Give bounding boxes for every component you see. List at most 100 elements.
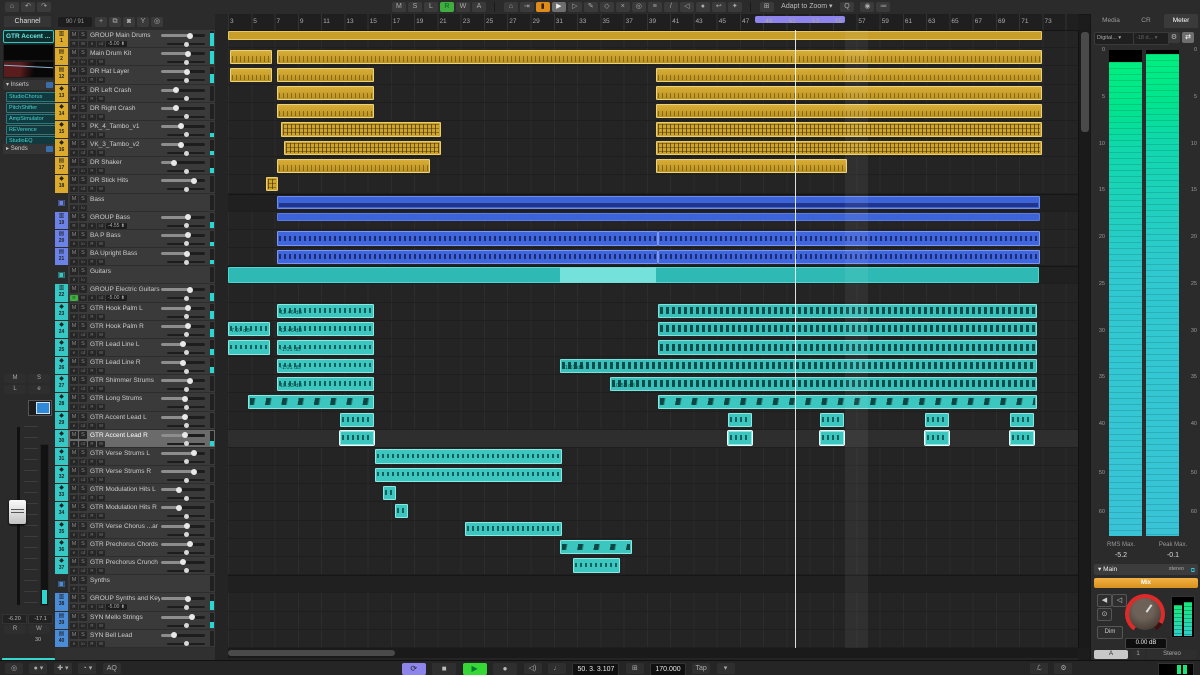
track-name[interactable]: GTR Prechorus Chords bbox=[90, 540, 158, 549]
track-read-badge[interactable]: R bbox=[88, 550, 96, 556]
track-volume-slider[interactable] bbox=[161, 125, 205, 128]
insert-slot-1[interactable]: StudioChorus bbox=[6, 92, 57, 102]
track-mute-button[interactable]: M bbox=[70, 267, 78, 275]
track-color-tab[interactable]: ◆34 bbox=[55, 502, 68, 519]
track-pan-slider[interactable] bbox=[167, 261, 205, 263]
track-lane[interactable] bbox=[228, 212, 1078, 230]
track-lane[interactable] bbox=[228, 430, 1078, 448]
snap-icon[interactable]: ▮ bbox=[536, 2, 550, 12]
track-volume-slider[interactable] bbox=[161, 434, 205, 437]
audio-event[interactable] bbox=[375, 468, 562, 482]
track-solo-button[interactable]: S bbox=[79, 358, 87, 366]
track-control-badge[interactable]: cd bbox=[79, 386, 87, 392]
automation-w-button[interactable]: W bbox=[456, 2, 470, 12]
track-volume-slider[interactable] bbox=[161, 543, 205, 546]
control-room-main-header[interactable]: ▾ Main stereo ⧉ bbox=[1094, 564, 1198, 575]
track-control-badge[interactable]: cd bbox=[79, 186, 87, 192]
track-mute-button[interactable]: M bbox=[70, 140, 78, 148]
snap-type-icon[interactable]: ↩ bbox=[712, 2, 726, 12]
track-lane[interactable] bbox=[228, 175, 1078, 193]
meter-scale-select[interactable]: -18 d... ▾ bbox=[1133, 32, 1169, 45]
track-solo-button[interactable]: S bbox=[79, 249, 87, 257]
track-edit-badge[interactable]: e bbox=[70, 259, 78, 265]
track-pan-slider[interactable] bbox=[167, 152, 205, 154]
latency-icon[interactable]: ℒ bbox=[1030, 663, 1048, 674]
automation-a-button[interactable]: A bbox=[472, 2, 486, 12]
track-row[interactable]: ◆34MSGTR Modulation Hits RecdRW bbox=[55, 502, 215, 520]
audio-event[interactable] bbox=[560, 267, 656, 283]
track-pan-slider[interactable] bbox=[167, 98, 205, 100]
track-control-badge[interactable]: io bbox=[79, 168, 87, 174]
midi-event[interactable] bbox=[277, 68, 374, 82]
track-volume-slider[interactable] bbox=[161, 452, 205, 455]
track-mute-button[interactable]: M bbox=[70, 49, 78, 57]
track-control-badge[interactable]: io bbox=[79, 241, 87, 247]
track-solo-button[interactable]: S bbox=[79, 431, 87, 439]
mix-source-button[interactable]: Mix bbox=[1094, 578, 1198, 588]
track-name[interactable]: GTR Accent Lead R bbox=[90, 431, 148, 440]
track-control-badge[interactable]: io bbox=[79, 205, 87, 211]
track-control-badge[interactable]: cd bbox=[79, 404, 87, 410]
track-read-badge[interactable]: R bbox=[88, 350, 96, 356]
track-list-divider[interactable] bbox=[215, 14, 229, 660]
track-control-badge[interactable]: io bbox=[79, 277, 87, 283]
track-color-tab[interactable]: ▤12 bbox=[55, 66, 68, 83]
track-volume-value[interactable]: -4.55 ⬍ bbox=[106, 223, 127, 229]
track-name[interactable]: GTR Long Strums bbox=[90, 394, 142, 403]
track-lane[interactable] bbox=[228, 30, 1078, 48]
track-solo-button[interactable]: S bbox=[79, 195, 87, 203]
insert-slot-4[interactable]: REVerence bbox=[6, 125, 57, 135]
track-color-tab[interactable]: ▤39 bbox=[55, 612, 68, 629]
track-mute-button[interactable]: M bbox=[70, 522, 78, 530]
track-color-tab[interactable]: ◆26 bbox=[55, 357, 68, 374]
track-write-badge[interactable]: W bbox=[97, 568, 105, 574]
track-lane[interactable] bbox=[228, 448, 1078, 466]
audio-event[interactable] bbox=[395, 504, 408, 518]
track-lane[interactable]: -1.01 dB bbox=[228, 339, 1078, 357]
track-control-badge[interactable]: io bbox=[79, 623, 87, 629]
track-row[interactable]: ◆16MSVK_3_Tambo_v2ecdRW bbox=[55, 139, 215, 157]
track-color-tab[interactable]: ◆28 bbox=[55, 393, 68, 410]
vertical-scrollbar-thumb[interactable] bbox=[1081, 32, 1089, 132]
track-control-badge[interactable]: cd bbox=[79, 532, 87, 538]
track-edit-badge[interactable]: e bbox=[70, 114, 78, 120]
track-control-badge[interactable]: cd bbox=[79, 477, 87, 483]
track-row[interactable]: ▥19MSGROUP BassRWecd-4.55 ⬍ bbox=[55, 212, 215, 230]
track-solo-button[interactable]: S bbox=[79, 231, 87, 239]
track-read-badge[interactable]: R bbox=[88, 423, 96, 429]
track-mute-button[interactable]: M bbox=[70, 558, 78, 566]
track-solo-button[interactable]: S bbox=[79, 503, 87, 511]
track-pan-slider[interactable] bbox=[167, 570, 205, 572]
track-color-tab[interactable]: ◆35 bbox=[55, 521, 68, 538]
track-color-tab[interactable]: ▣ bbox=[55, 194, 68, 211]
track-solo-button[interactable]: S bbox=[79, 413, 87, 421]
audio-event[interactable] bbox=[340, 431, 374, 445]
redo-icon[interactable]: ↷ bbox=[37, 2, 51, 12]
pan-control[interactable] bbox=[28, 400, 52, 416]
track-control-badge[interactable]: cd bbox=[97, 41, 105, 47]
track-pan-slider[interactable] bbox=[167, 297, 205, 299]
audition-tool[interactable]: ◁ bbox=[680, 2, 694, 12]
track-volume-slider[interactable] bbox=[161, 161, 205, 164]
track-edit-badge[interactable]: e bbox=[70, 495, 78, 501]
home-icon[interactable]: ⌂ bbox=[5, 2, 19, 12]
track-write-badge[interactable]: W bbox=[97, 386, 105, 392]
audio-event[interactable]: 12.46 dB bbox=[277, 304, 374, 318]
track-write-badge[interactable]: W bbox=[79, 223, 87, 229]
track-name[interactable]: Guitars bbox=[90, 267, 111, 276]
track-solo-button[interactable]: S bbox=[79, 631, 87, 639]
track-write-badge[interactable]: W bbox=[97, 404, 105, 410]
dim-button[interactable]: Dim bbox=[1097, 626, 1123, 639]
duplicate-icon[interactable]: ⧉ bbox=[109, 17, 121, 27]
track-edit-badge[interactable]: e bbox=[70, 568, 78, 574]
track-color-tab[interactable]: ◆31 bbox=[55, 448, 68, 465]
track-read-badge[interactable]: R bbox=[88, 386, 96, 392]
track-edit-badge[interactable]: e bbox=[88, 41, 96, 47]
track-edit-badge[interactable]: e bbox=[70, 332, 78, 338]
track-mute-button[interactable]: M bbox=[70, 104, 78, 112]
track-control-badge[interactable]: cd bbox=[97, 223, 105, 229]
horizontal-scrollbar-thumb[interactable] bbox=[228, 650, 395, 656]
track-pan-slider[interactable] bbox=[167, 43, 205, 45]
audio-event[interactable] bbox=[277, 578, 630, 591]
track-read-badge[interactable]: R bbox=[88, 168, 96, 174]
